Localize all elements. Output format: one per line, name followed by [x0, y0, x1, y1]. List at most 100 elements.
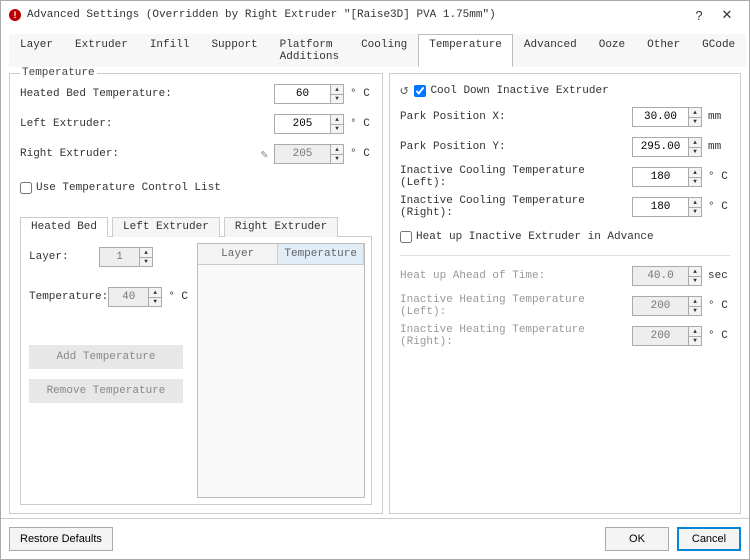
ict-left-input[interactable] [632, 167, 688, 187]
tab-support[interactable]: Support [200, 34, 268, 67]
tcl-tab-heated-bed[interactable]: Heated Bed [20, 217, 108, 237]
park-x-spinner[interactable]: ▲▼ [632, 107, 702, 127]
temperature-group: Temperature Heated Bed Temperature: ▲▼ °… [9, 73, 383, 514]
cooldown-label: Cool Down Inactive Extruder [430, 85, 608, 97]
tcl-layer-spinner: ▲▼ [99, 247, 153, 267]
spin-up-icon[interactable]: ▲ [689, 138, 701, 147]
heated-bed-input[interactable] [274, 84, 330, 104]
park-x-input[interactable] [632, 107, 688, 127]
iht-left-input [632, 296, 688, 316]
reset-icon[interactable]: ↺ [400, 82, 408, 99]
park-y-input[interactable] [632, 137, 688, 157]
left-extruder-spinner[interactable]: ▲▼ [274, 114, 344, 134]
spin-up-icon: ▲ [689, 297, 701, 306]
unit-degc: ° C [708, 300, 730, 312]
spin-down-icon[interactable]: ▼ [689, 207, 701, 217]
tab-cooling[interactable]: Cooling [350, 34, 418, 67]
tcl-temp-input [108, 287, 148, 307]
iht-right-label: Inactive Heating Temperature (Right): [400, 324, 632, 348]
tcl-layer-input [99, 247, 139, 267]
heated-bed-spinner[interactable]: ▲▼ [274, 84, 344, 104]
close-button[interactable]: ✕ [713, 7, 741, 23]
unit-degc: ° C [708, 171, 730, 183]
tab-infill[interactable]: Infill [139, 34, 201, 67]
spin-up-icon[interactable]: ▲ [331, 115, 343, 124]
tab-extruder[interactable]: Extruder [64, 34, 139, 67]
unit-degc: ° C [350, 88, 372, 100]
cooldown-group: ↺ Cool Down Inactive Extruder Park Posit… [389, 73, 741, 514]
ict-right-label: Inactive Cooling Temperature (Right): [400, 195, 632, 219]
cooldown-checkbox[interactable] [414, 85, 426, 97]
heated-bed-label: Heated Bed Temperature: [20, 88, 274, 100]
tcl-layer-label: Layer: [29, 251, 99, 263]
spin-up-icon: ▲ [331, 145, 343, 154]
tcl-temp-label: Temperature: [29, 291, 108, 303]
tcl-tab-right-extruder[interactable]: Right Extruder [224, 217, 338, 237]
tab-ooze[interactable]: Ooze [588, 34, 636, 67]
spin-up-icon: ▲ [689, 327, 701, 336]
spin-down-icon: ▼ [149, 297, 161, 307]
heatup-label: Heat up Inactive Extruder in Advance [416, 231, 654, 243]
tab-platform-additions[interactable]: Platform Additions [269, 34, 350, 67]
tab-temperature[interactable]: Temperature [418, 34, 513, 67]
iht-left-spinner: ▲▼ [632, 296, 702, 316]
spin-down-icon: ▼ [689, 336, 701, 346]
spin-down-icon[interactable]: ▼ [689, 117, 701, 127]
park-x-label: Park Position X: [400, 111, 632, 123]
left-extruder-input[interactable] [274, 114, 330, 134]
spin-up-icon[interactable]: ▲ [689, 168, 701, 177]
left-extruder-label: Left Extruder: [20, 118, 274, 130]
ict-right-input[interactable] [632, 197, 688, 217]
tcl-body: Layer: ▲▼ Temperature: ▲▼ ° C [20, 237, 372, 505]
ok-button[interactable]: OK [605, 527, 669, 551]
unit-degc: ° C [168, 291, 190, 303]
cancel-button[interactable]: Cancel [677, 527, 741, 551]
add-temperature-button[interactable]: Add Temperature [29, 345, 183, 369]
tcl-tab-left-extruder[interactable]: Left Extruder [112, 217, 220, 237]
remove-temperature-button[interactable]: Remove Temperature [29, 379, 183, 403]
tab-gcode[interactable]: GCode [691, 34, 746, 67]
spin-down-icon: ▼ [689, 306, 701, 316]
spin-up-icon[interactable]: ▲ [331, 85, 343, 94]
iht-right-input [632, 326, 688, 346]
iht-left-label: Inactive Heating Temperature (Left): [400, 294, 632, 318]
tcl-col-temperature[interactable]: Temperature [278, 244, 364, 265]
use-tcl-checkbox[interactable] [20, 182, 32, 194]
heatup-checkbox[interactable] [400, 231, 412, 243]
unit-degc: ° C [708, 330, 730, 342]
right-extruder-spinner: ▲▼ [274, 144, 344, 164]
tab-layer[interactable]: Layer [9, 34, 64, 67]
unit-mm: mm [708, 111, 730, 123]
spin-down-icon[interactable]: ▼ [331, 94, 343, 104]
park-y-spinner[interactable]: ▲▼ [632, 137, 702, 157]
help-button[interactable]: ? [685, 8, 713, 23]
spin-up-icon[interactable]: ▲ [689, 108, 701, 117]
footer: Restore Defaults OK Cancel [1, 518, 749, 559]
spin-down-icon: ▼ [689, 276, 701, 286]
unit-degc: ° C [708, 201, 730, 213]
spin-up-icon: ▲ [140, 248, 152, 257]
app-icon: ! [9, 9, 21, 21]
ict-right-spinner[interactable]: ▲▼ [632, 197, 702, 217]
tcl-col-layer[interactable]: Layer [198, 244, 278, 265]
window-title: Advanced Settings (Overridden by Right E… [27, 9, 496, 21]
spin-down-icon[interactable]: ▼ [331, 124, 343, 134]
heat-ahead-spinner: ▲▼ [632, 266, 702, 286]
tab-advanced[interactable]: Advanced [513, 34, 588, 67]
tab-other[interactable]: Other [636, 34, 691, 67]
heat-ahead-label: Heat up Ahead of Time: [400, 270, 632, 282]
ict-left-spinner[interactable]: ▲▼ [632, 167, 702, 187]
spin-down-icon[interactable]: ▼ [689, 147, 701, 157]
restore-defaults-button[interactable]: Restore Defaults [9, 527, 113, 551]
spin-down-icon[interactable]: ▼ [689, 177, 701, 187]
spin-down-icon: ▼ [331, 154, 343, 164]
tcl-temp-spinner: ▲▼ [108, 287, 162, 307]
unit-sec: sec [708, 270, 730, 282]
titlebar: ! Advanced Settings (Overridden by Right… [1, 1, 749, 29]
spin-up-icon[interactable]: ▲ [689, 198, 701, 207]
pencil-icon[interactable]: ✎ [261, 147, 268, 162]
spin-down-icon: ▼ [140, 257, 152, 267]
spin-up-icon: ▲ [149, 288, 161, 297]
unit-degc: ° C [350, 118, 372, 130]
iht-right-spinner: ▲▼ [632, 326, 702, 346]
